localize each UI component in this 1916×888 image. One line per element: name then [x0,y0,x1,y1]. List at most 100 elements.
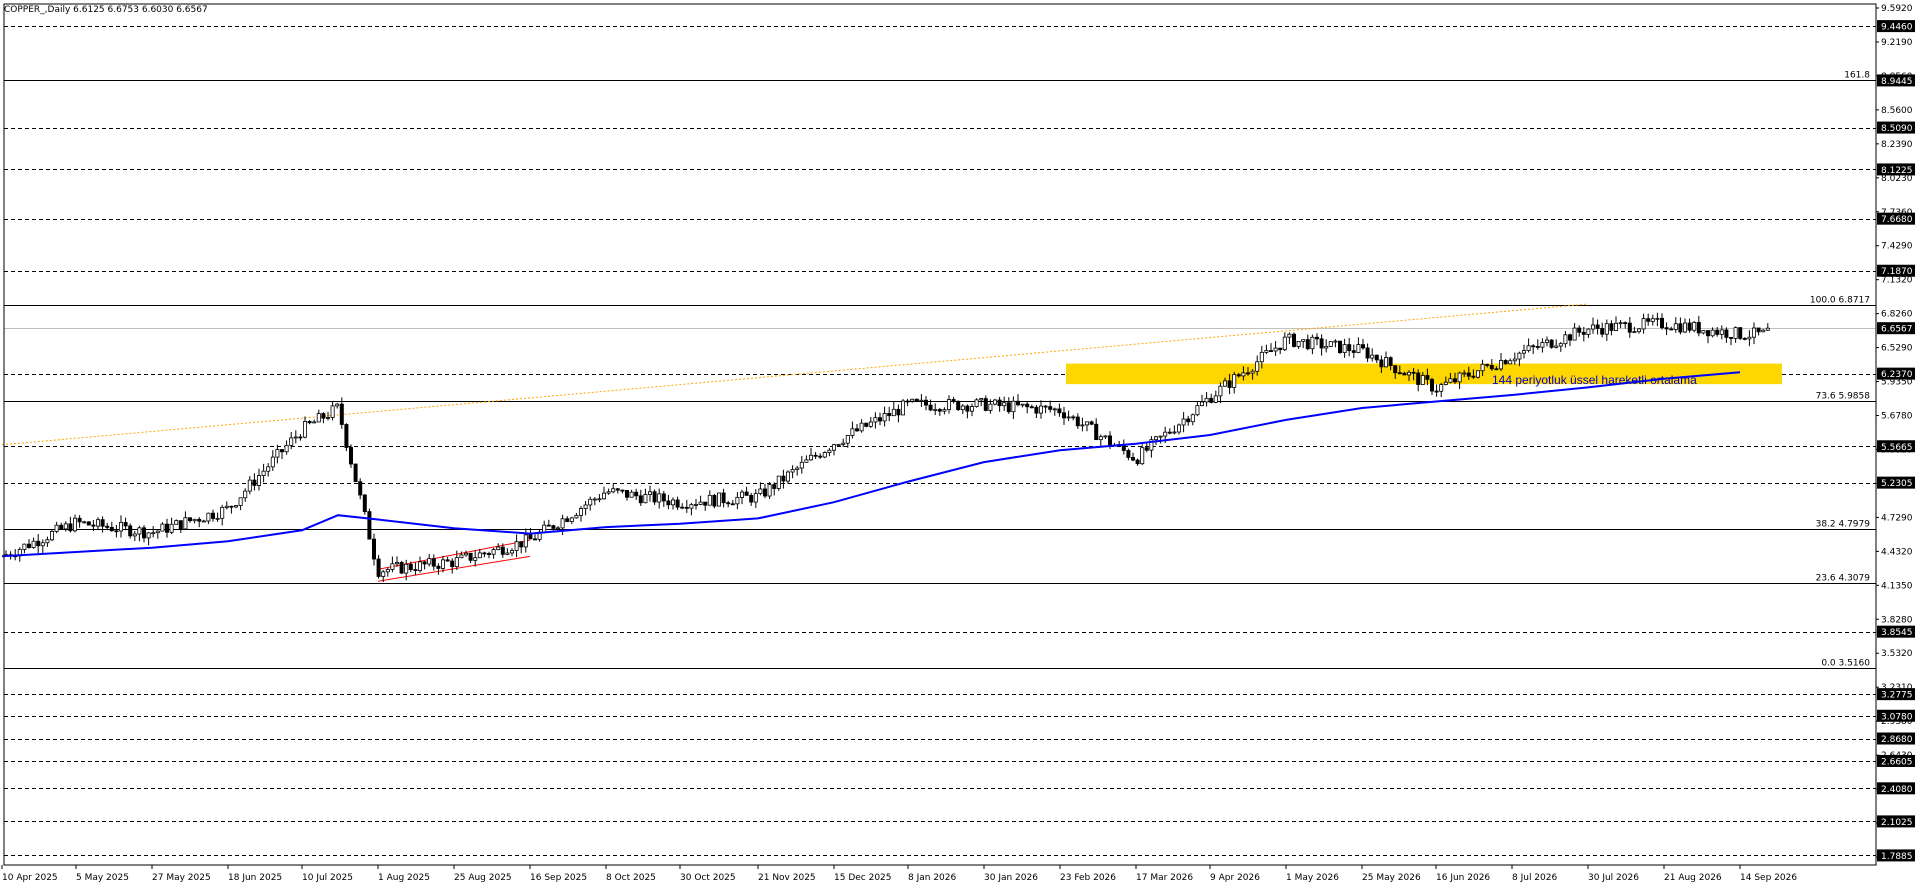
price-badge-label: 6.6567 [1881,325,1913,335]
candle-body [1517,352,1522,360]
candle-body [1039,405,1044,414]
candle-body [1374,354,1379,361]
candle-body [588,498,593,506]
candle-body [197,518,202,522]
y-tick-label: 3.5320 [1881,649,1913,659]
candle-body [809,454,814,461]
candle-body [914,398,919,402]
candle-body [638,495,643,504]
candle-body [1338,340,1343,353]
candle-body [1503,359,1508,365]
candle-body [845,435,850,444]
candle-body [1144,447,1149,451]
candle-body [574,514,579,519]
candle-body [390,563,395,570]
candle-body [551,525,556,529]
candle-body [399,562,404,574]
candle-body [463,552,468,556]
candle-body [1278,347,1283,351]
candle-body [1701,330,1706,334]
candle-body [91,524,96,527]
candle-body [1761,329,1766,333]
candle-body [445,559,450,562]
candle-body [1089,421,1094,425]
candle-body [698,501,703,505]
candle-body [348,447,353,465]
candle-body [96,519,101,527]
fib-label: 73.6 5.9858 [1816,392,1871,402]
price-badge-label: 8.9445 [1881,77,1913,87]
candle-body [1729,337,1734,339]
candle-body [942,409,947,412]
x-tick-label: 1 Aug 2025 [378,873,430,883]
candle-body [132,533,137,537]
candle-body [1591,324,1596,330]
candle-body [1361,344,1366,349]
candle-body [344,424,349,448]
candle-body [1034,406,1039,414]
candle-body [1282,336,1287,351]
candle-body [1558,343,1563,347]
candle-body [137,527,142,535]
candle-body [730,503,735,506]
candle-body [73,517,78,532]
candle-body [1062,412,1067,419]
candle-body [68,523,73,532]
candle-body [454,557,459,568]
candle-body [1623,322,1628,325]
candle-body [717,492,722,507]
candle-body [266,466,271,472]
candle-body [353,463,358,483]
candle-body [1393,365,1398,374]
candle-body [496,546,501,550]
candle-body [1347,344,1352,352]
candle-body [951,399,956,402]
candle-body [611,488,616,493]
candle-body [1752,327,1757,338]
candle-body [1627,322,1632,333]
price-badge-label: 8.1225 [1881,166,1913,176]
price-badge-label: 7.6680 [1881,215,1913,225]
candle-body [1664,327,1669,330]
price-badge-label: 3.2775 [1881,691,1913,701]
candle-body [473,557,478,561]
x-tick-label: 21 Nov 2025 [758,873,816,883]
candle-body [1563,334,1568,345]
candle-body [59,524,64,530]
candle-body [486,553,491,555]
candle-body [1269,350,1274,352]
candle-body [1641,318,1646,330]
y-tick-label: 9.5920 [1881,4,1913,14]
candle-body [482,552,487,555]
candle-body [1581,331,1586,335]
candle-body [505,552,510,555]
candle-body [422,561,427,565]
candle-body [707,494,712,506]
candle-body [436,565,441,569]
candle-body [1351,350,1356,353]
candle-body [749,495,754,503]
y-tick-label: 4.1350 [1881,581,1913,591]
candle-body [468,552,473,561]
candle-body [1397,372,1402,375]
candle-body [1020,403,1025,406]
x-tick-label: 21 Aug 2026 [1664,873,1722,883]
candle-body [1425,375,1430,380]
candle-body [583,504,588,509]
candle-body [1577,327,1582,333]
candle-body [947,399,952,411]
candle-body [648,491,653,495]
fib-label: 23.6 4.3079 [1816,574,1871,584]
x-tick-label: 30 Jan 2026 [984,873,1038,883]
candle-body [22,543,27,550]
candle-body [1186,418,1191,423]
candle-body [1098,436,1103,441]
candle-body [781,475,786,482]
candle-body [440,559,445,569]
candle-body [873,417,878,423]
candle-body [362,494,367,513]
x-tick-label: 23 Feb 2026 [1060,873,1116,883]
candle-body [864,422,869,427]
copper-daily-chart[interactable]: 161.8 100.0 6.8717 73.6 5.9858 38.2 4.7979 2… [0,0,1916,888]
candle-body [1522,350,1527,354]
